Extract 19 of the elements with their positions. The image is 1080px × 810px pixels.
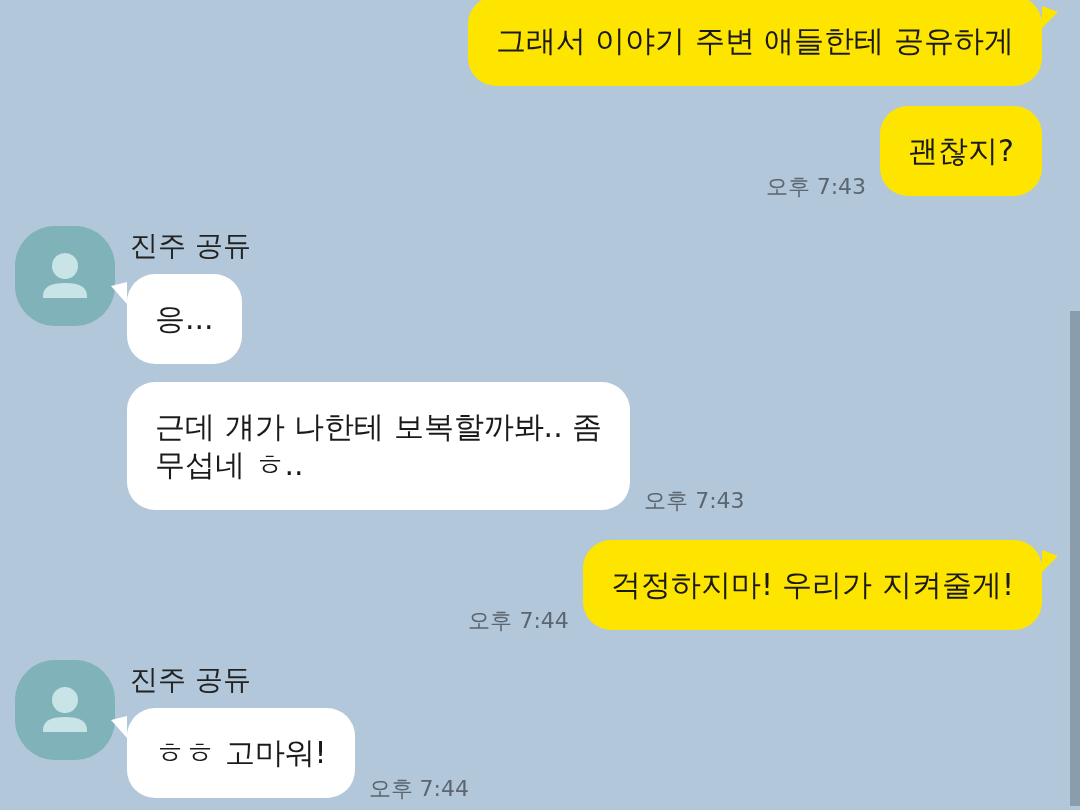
message-time: 오후 7:44 <box>368 775 469 803</box>
message-bubble: ㅎㅎ 고마워! <box>127 708 355 798</box>
message-bubble: 걱정하지마! 우리가 지켜줄게! <box>582 540 1042 630</box>
message-bubble: 근데 걔가 나한테 보복할까봐.. 좀 무섭네 ㅎ.. <box>127 382 631 510</box>
avatar-icon[interactable] <box>15 660 115 760</box>
message-time: 오후 7:43 <box>765 173 867 201</box>
bubble-tail <box>1042 550 1058 572</box>
message-bubble: 응... <box>127 274 242 364</box>
scroll-bar[interactable] <box>1070 311 1080 806</box>
message-time: 오후 7:43 <box>644 487 745 515</box>
message-bubble: 괜찮지? <box>880 106 1042 196</box>
bubble-tail <box>111 716 127 738</box>
sender-name: 진주 공듀 <box>130 662 252 698</box>
avatar-icon[interactable] <box>15 226 115 326</box>
bubble-tail <box>1042 6 1058 28</box>
message-bubble: 그래서 이야기 주변 애들한테 공유하게 <box>467 0 1042 86</box>
bubble-tail <box>111 282 127 304</box>
sender-name: 진주 공듀 <box>130 228 252 264</box>
message-time: 오후 7:44 <box>468 607 569 635</box>
